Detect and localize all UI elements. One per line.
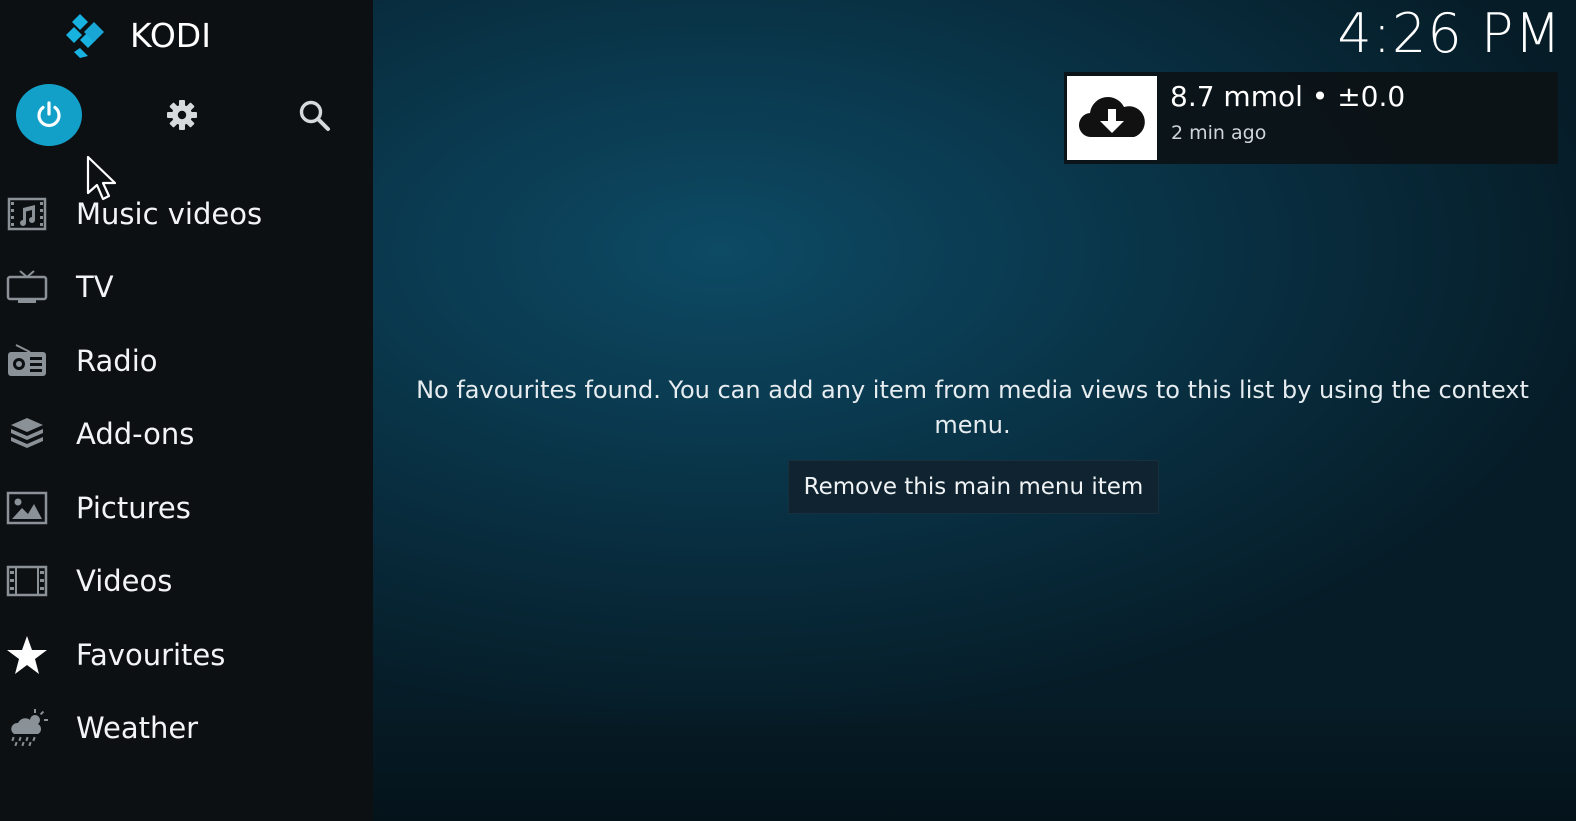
- notification-subtitle: 2 min ago: [1171, 122, 1267, 144]
- notification-toast: 8.7 mmol • ±0.0 2 min ago: [1064, 72, 1558, 164]
- notification-icon-box: [1067, 76, 1157, 160]
- sidebar-item-music-videos[interactable]: Music videos: [0, 177, 373, 251]
- sidebar-item-label: Add-ons: [76, 417, 195, 452]
- sidebar-item-radio[interactable]: Radio: [0, 324, 373, 398]
- cloud-download-icon: [1078, 97, 1145, 138]
- remove-menu-item-button[interactable]: Remove this main menu item: [788, 460, 1159, 514]
- power-icon: [37, 101, 61, 128]
- sidebar-item-videos[interactable]: Videos: [0, 545, 373, 619]
- sidebar-item-label: TV: [76, 270, 114, 305]
- kodi-logo: KODI: [64, 12, 211, 58]
- star-icon: [6, 634, 48, 676]
- addons-box-icon: [6, 413, 48, 455]
- search-button[interactable]: [281, 84, 347, 146]
- empty-favourites-message: No favourites found. You can add any ite…: [416, 376, 1529, 439]
- mouse-cursor-icon: [86, 155, 117, 201]
- sidebar-item-favourites[interactable]: Favourites: [0, 618, 373, 692]
- main-menu: Music videos TV Radio Add-ons Pictures V…: [0, 177, 373, 765]
- sidebar-item-weather[interactable]: Weather: [0, 692, 373, 766]
- notification-title: 8.7 mmol • ±0.0: [1170, 80, 1406, 113]
- kodi-logo-icon: [66, 14, 104, 58]
- sidebar-item-label: Videos: [76, 564, 173, 599]
- tv-icon: [6, 266, 48, 308]
- search-icon: [299, 100, 330, 131]
- kodi-home-screen: KODI Music videos TV Radio Add-ons Pictu…: [0, 0, 1576, 821]
- sidebar-item-pictures[interactable]: Pictures: [0, 471, 373, 545]
- gear-icon: [167, 100, 197, 130]
- sidebar-item-add-ons[interactable]: Add-ons: [0, 398, 373, 472]
- music-video-icon: [6, 193, 48, 235]
- clock: 4:26 PM: [1337, 2, 1562, 65]
- sidebar-item-tv[interactable]: TV: [0, 251, 373, 325]
- power-button[interactable]: [16, 84, 82, 146]
- sidebar-item-label: Weather: [76, 711, 199, 746]
- sidebar-item-label: Music videos: [76, 196, 263, 231]
- sidebar-item-label: Favourites: [76, 637, 226, 672]
- film-icon: [6, 560, 48, 602]
- weather-icon: [6, 707, 48, 749]
- sidebar-item-label: Pictures: [76, 490, 191, 525]
- picture-icon: [6, 487, 48, 529]
- radio-icon: [6, 340, 48, 382]
- sidebar-item-label: Radio: [76, 343, 158, 378]
- sidebar: KODI Music videos TV Radio Add-ons Pictu…: [0, 0, 373, 821]
- kodi-logo-text: KODI: [130, 15, 211, 55]
- settings-button[interactable]: [149, 84, 215, 146]
